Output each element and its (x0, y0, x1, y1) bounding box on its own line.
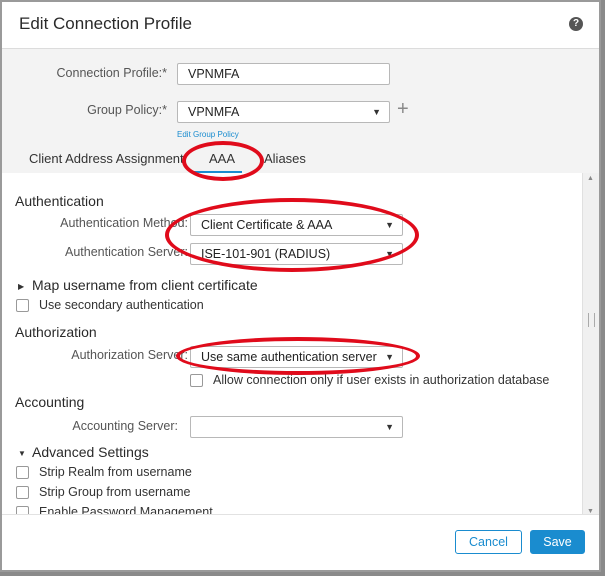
chevron-down-icon: ▼ (385, 352, 394, 362)
help-icon[interactable]: ? (569, 17, 583, 31)
authentication-server-value: ISE-101-901 (RADIUS) (201, 247, 331, 261)
dialog-header: Edit Connection Profile ? (2, 2, 599, 49)
aaa-tab-content[interactable]: Authentication Authentication Method: Cl… (2, 173, 599, 517)
chevron-down-icon: ▼ (372, 107, 381, 117)
dialog-title: Edit Connection Profile (19, 14, 192, 33)
authentication-server-select[interactable]: ISE-101-901 (RADIUS) ▼ (190, 243, 403, 265)
accounting-heading: Accounting (15, 394, 85, 410)
scroll-up-icon[interactable]: ▲ (587, 175, 594, 182)
secondary-auth-label: Use secondary authentication (39, 298, 204, 312)
authorization-server-label: Authorization Server: (71, 348, 188, 362)
dialog-footer: Cancel Save (2, 514, 599, 570)
group-policy-value: VPNMFA (188, 105, 240, 119)
authentication-method-select[interactable]: Client Certificate & AAA ▼ (190, 214, 403, 236)
chevron-down-icon: ▼ (385, 220, 394, 230)
allow-connection-label: Allow connection only if user exists in … (213, 373, 550, 387)
authentication-method-value: Client Certificate & AAA (201, 218, 333, 232)
scroll-thumb[interactable] (588, 313, 595, 327)
edit-connection-profile-dialog: Edit Connection Profile ? Connection Pro… (0, 0, 601, 572)
group-policy-select[interactable]: VPNMFA ▼ (177, 101, 390, 123)
authorization-server-select[interactable]: Use same authentication server ▼ (190, 346, 403, 368)
tab-client-address-assignment[interactable]: Client Address Assignment (29, 151, 184, 166)
edit-group-policy-link[interactable]: Edit Group Policy (177, 130, 239, 139)
accounting-server-label: Accounting Server: (72, 419, 178, 433)
connection-profile-input[interactable]: VPNMFA (177, 63, 390, 85)
group-policy-label: Group Policy:* (87, 103, 167, 117)
tab-aaa[interactable]: AAA (209, 151, 235, 166)
cancel-button[interactable]: Cancel (455, 530, 522, 554)
strip-realm-label: Strip Realm from username (39, 465, 192, 479)
triangle-right-icon[interactable]: ▶ (18, 282, 24, 291)
accounting-server-select[interactable]: ▼ (190, 416, 403, 438)
triangle-down-icon[interactable]: ▼ (18, 449, 26, 458)
strip-group-checkbox[interactable] (16, 486, 29, 499)
authorization-server-value: Use same authentication server (201, 350, 377, 364)
authentication-server-label: Authentication Server: (65, 245, 188, 259)
strip-group-label: Strip Group from username (39, 485, 191, 499)
authorization-heading: Authorization (15, 324, 97, 340)
map-username-toggle[interactable]: Map username from client certificate (32, 277, 258, 293)
authentication-heading: Authentication (15, 193, 104, 209)
connection-profile-label: Connection Profile:* (56, 66, 167, 80)
secondary-auth-checkbox[interactable] (16, 299, 29, 312)
profile-summary: Connection Profile:* VPNMFA Group Policy… (2, 49, 599, 174)
content-scrollbar[interactable]: ▲ ▼ (582, 173, 599, 517)
allow-connection-checkbox[interactable] (190, 374, 203, 387)
advanced-settings-toggle[interactable]: Advanced Settings (32, 444, 149, 460)
authentication-method-label: Authentication Method: (60, 216, 188, 230)
chevron-down-icon: ▼ (385, 422, 394, 432)
add-group-policy-icon[interactable]: + (397, 99, 409, 119)
tab-aliases[interactable]: Aliases (264, 151, 306, 166)
strip-realm-checkbox[interactable] (16, 466, 29, 479)
save-button[interactable]: Save (530, 530, 585, 554)
chevron-down-icon: ▼ (385, 249, 394, 259)
